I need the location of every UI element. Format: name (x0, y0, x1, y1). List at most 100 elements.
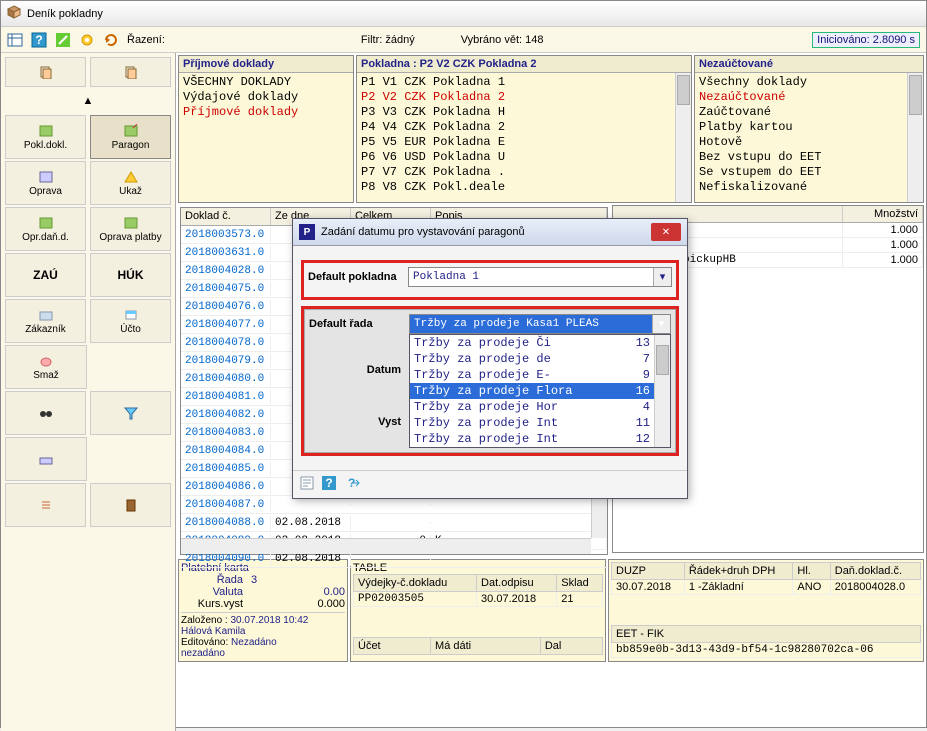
scrollbar-h[interactable] (181, 538, 591, 554)
oprava-platby-button[interactable]: Oprava platby (90, 207, 171, 251)
scrollbar-v[interactable] (675, 73, 691, 202)
datum-label: Datum (309, 364, 409, 376)
paragon-button[interactable]: Paragon (90, 115, 171, 159)
svg-text:?: ? (325, 476, 332, 490)
rada-value: 3 (251, 574, 257, 586)
vydejky-value: PP02003505 (354, 592, 477, 607)
zakaznik-button[interactable]: Zákazník (5, 299, 86, 343)
vydejky-header: Výdejky-č.dokladu (354, 575, 477, 592)
pokladna-panel: Pokladna : P2 V2 CZK Pokladna 2 P1 V1 CZ… (356, 55, 692, 203)
scrollbar-v[interactable] (654, 335, 670, 447)
dropdown-option[interactable]: Tržby za prodeje Či13 (410, 335, 670, 351)
arrows-button[interactable] (5, 483, 86, 527)
default-pokladna-combo[interactable]: Pokladna 1 ▾ (408, 267, 672, 287)
dropdown-option[interactable]: Tržby za prodeje Hor4 (410, 399, 670, 415)
note-icon[interactable] (299, 475, 315, 494)
dropdown-option[interactable]: Tržby za prodeje E-9 (410, 367, 670, 383)
cube-icon (7, 5, 21, 22)
table-row[interactable]: 2018004088.002.08.2018 (181, 514, 607, 532)
huk-button[interactable]: HÚK (90, 253, 171, 297)
default-pokladna-label: Default pokladna (308, 271, 408, 283)
help-icon[interactable]: ? (321, 475, 337, 494)
window-title: Deník pokladny (27, 8, 103, 20)
dat-odpisu-value: 30.07.2018 (477, 592, 557, 607)
status-item[interactable]: Bez vstupu do EET (699, 150, 919, 165)
ucto-button[interactable]: Účto (90, 299, 171, 343)
copy-right-button[interactable] (90, 57, 171, 87)
pokladna-item[interactable]: P7 V7 CZK Pokladna . (361, 165, 687, 180)
filter-label: Filtr: žádný (361, 34, 415, 46)
pokl-dokl-button[interactable]: Pokl.dokl. (5, 115, 86, 159)
doc-type-item[interactable]: Výdajové doklady (183, 90, 349, 105)
duzp-header: DUZP (612, 563, 685, 580)
pokladna-item[interactable]: P5 V5 EUR Pokladna E (361, 135, 687, 150)
kursvyst-value: 0.000 (251, 598, 345, 610)
oprava-button[interactable]: Oprava (5, 161, 86, 205)
sort-label[interactable]: Řazení: (127, 34, 165, 46)
rada-dropdown-list[interactable]: Tržby za prodeje Či13Tržby za prodeje de… (409, 334, 671, 448)
status-item[interactable]: Nefiskalizované (699, 180, 919, 195)
pokladna-item[interactable]: P3 V3 CZK Pokladna H (361, 105, 687, 120)
dropdown-option[interactable]: Tržby za prodeje Flora16 (410, 383, 670, 399)
help-icon[interactable]: ? (31, 32, 47, 48)
col-doklad[interactable]: Doklad č. (181, 208, 271, 225)
status-item[interactable]: Nezaúčtované (699, 90, 919, 105)
vydejky-panel: TABLE Výdejky-č.dokladuDat.odpisuSklad P… (350, 559, 606, 662)
pokladna-item[interactable]: P2 V2 CZK Pokladna 2 (361, 90, 687, 105)
hl-header: Hl. (793, 563, 830, 580)
ukaz-button[interactable]: Ukaž (90, 161, 171, 205)
dropdown-option[interactable]: Tržby za prodeje Int11 (410, 415, 670, 431)
main-toolbar: ? Řazení: Filtr: žádný Vybráno vět: 148 … (1, 27, 926, 53)
doc-type-item[interactable]: VŠECHNY DOKLADY (183, 75, 349, 90)
status-header: Nezaúčtované (695, 56, 923, 73)
zau-button[interactable]: ZAÚ (5, 253, 86, 297)
dal-header: Dal (540, 638, 602, 655)
refresh-icon[interactable] (103, 32, 119, 48)
binoculars-button[interactable] (5, 391, 86, 435)
status-item[interactable]: Se vstupem do EET (699, 165, 919, 180)
opr-dan-button[interactable]: Opr.daň.d. (5, 207, 86, 251)
table-icon[interactable] (7, 32, 23, 48)
duzp-panel: DUZPŘádek+druh DPHHl.Daň.doklad.č. 30.07… (608, 559, 924, 662)
editovano-value: Nezadáno (231, 637, 277, 648)
chevron-down-icon[interactable]: ▾ (653, 268, 671, 286)
status-item[interactable]: Zaúčtované (699, 105, 919, 120)
status-item[interactable]: Hotově (699, 135, 919, 150)
radek-header: Řádek+druh DPH (684, 563, 793, 580)
copy-left-button[interactable] (5, 57, 86, 87)
pokladna-item[interactable]: P4 V4 CZK Pokladna 2 (361, 120, 687, 135)
dropdown-option[interactable]: Tržby za prodeje de7 (410, 351, 670, 367)
scrollbar-v[interactable] (907, 73, 923, 202)
status-item[interactable]: Platby kartou (699, 120, 919, 135)
door-button[interactable] (90, 483, 171, 527)
paragon-dialog: P Zadání datumu pro vystavování paragonů… (292, 218, 688, 499)
chevron-down-icon[interactable]: ▾ (652, 315, 670, 333)
filter-button[interactable] (90, 391, 171, 435)
selected-count: Vybráno vět: 148 (461, 34, 544, 46)
radek-value: 1 -Základní (684, 580, 793, 595)
pencil-icon[interactable] (55, 32, 71, 48)
smaz-button[interactable]: Smaž (5, 345, 87, 389)
default-rada-combo[interactable]: Tržby za prodeje Kasa1 PLEAS ▾ (409, 314, 671, 334)
madati-header: Má dáti (431, 638, 541, 655)
zalozeno-value: 30.07.2018 10:42 (230, 615, 308, 626)
doc-type-item[interactable]: Příjmové doklady (183, 105, 349, 120)
gear-icon[interactable] (79, 32, 95, 48)
hl-value: ANO (793, 580, 830, 595)
dialog-title: Zadání datumu pro vystavování paragonů (321, 226, 525, 238)
pokladna-item[interactable]: P1 V1 CZK Pokladna 1 (361, 75, 687, 90)
pokladna-item[interactable]: P6 V6 USD Pokladna U (361, 150, 687, 165)
empty-button-1 (91, 345, 171, 389)
halova-value: Hálová Kamila (181, 626, 245, 637)
close-icon[interactable]: ✕ (651, 223, 681, 241)
window-titlebar: Deník pokladny (1, 1, 926, 27)
editovano-label: Editováno: (181, 637, 228, 648)
pokladna-item[interactable]: P8 V8 CZK Pokl.deale (361, 180, 687, 195)
edit-button[interactable] (5, 437, 87, 481)
dropdown-option[interactable]: Tržby za prodeje Int12 (410, 431, 670, 447)
up-arrow-button[interactable]: ▲ (5, 89, 171, 113)
status-item[interactable]: Všechny doklady (699, 75, 919, 90)
init-status: Iniciováno: 2.8090 s (812, 32, 920, 48)
forward-help-icon[interactable]: ? (343, 475, 361, 494)
qty-header[interactable]: Množství (843, 206, 923, 222)
